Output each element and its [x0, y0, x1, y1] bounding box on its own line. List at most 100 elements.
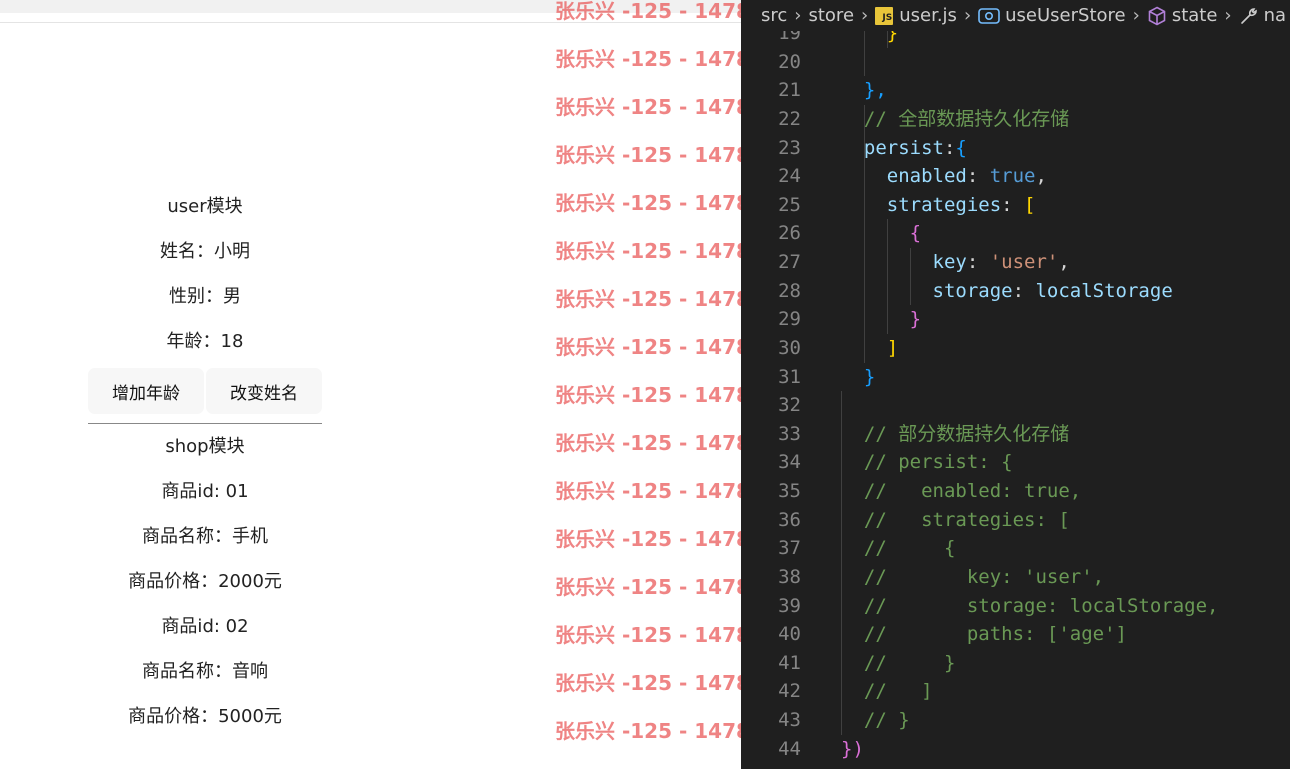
code-line: 26 {: [741, 219, 1290, 248]
line-number: 35: [778, 480, 801, 502]
shop-item-name: 商品名称：手机: [142, 526, 268, 547]
breadcrumb-item-state[interactable]: state: [1147, 5, 1218, 26]
code-token: // }: [841, 651, 956, 674]
line-number: 23: [778, 136, 801, 159]
code-line: 20: [741, 47, 1290, 77]
code-token: ,: [1035, 165, 1047, 188]
code-token: [: [1024, 193, 1036, 216]
shop-item-id: 商品id: 01: [161, 481, 249, 502]
code-token: // {: [841, 537, 956, 560]
watermark-text: 张乐兴 -125 - 1478: [555, 623, 741, 647]
breadcrumb-item-store[interactable]: store: [808, 5, 854, 26]
line-number: 40: [778, 623, 801, 646]
line-text: // storage: localStorage,: [841, 592, 1219, 621]
code-token: // storage: localStorage,: [841, 594, 1219, 617]
code-line: 28 storage: localStorage: [741, 276, 1290, 306]
code-token: // strategies: [: [841, 508, 1070, 531]
code-line: 21 },: [741, 76, 1290, 105]
line-text: strategies: [: [841, 191, 1036, 220]
breadcrumb-function-label: useUserStore: [1005, 5, 1126, 26]
line-number: 27: [778, 251, 801, 273]
code-line: 23 persist:{: [741, 133, 1290, 163]
line-text: persist:{: [841, 134, 967, 163]
code-token: // persist: {: [841, 451, 1013, 474]
line-text: // strategies: [: [841, 506, 1070, 535]
shop-item: 商品id: 02 商品名称：音响 商品价格：5000元: [88, 604, 322, 739]
code-token: :: [966, 251, 990, 273]
line-text: // }: [841, 649, 956, 678]
indent-guide: [864, 47, 865, 77]
line-text: // 部分数据持久化存储: [841, 420, 1069, 449]
code-line: 34 // persist: {: [741, 448, 1290, 477]
code-line: 27 key: 'user',: [741, 248, 1290, 277]
line-text: ]: [841, 334, 898, 363]
breadcrumb-item-function[interactable]: useUserStore: [978, 5, 1126, 26]
user-actions: 增加年龄 改变姓名: [88, 368, 322, 414]
line-text: storage: localStorage: [841, 277, 1173, 306]
shop-item-price: 商品价格：5000元: [128, 706, 282, 727]
line-number: 36: [778, 508, 801, 531]
shop-item-id: 商品id: 02: [161, 616, 249, 637]
line-number: 33: [778, 422, 801, 445]
watermark-column: 张乐兴 -125 - 1478 张乐兴 -125 - 1478 张乐兴 -125 -…: [555, 0, 741, 755]
line-text: enabled: true,: [841, 162, 1047, 191]
change-name-button[interactable]: 改变姓名: [206, 368, 322, 414]
code-token: // enabled: true,: [841, 480, 1082, 502]
code-token: {: [841, 222, 922, 245]
user-module: user模块 姓名：小明 性别：男 年龄：18 增加年龄 改变姓名: [88, 184, 322, 414]
code-token: :: [1012, 279, 1036, 302]
code-area[interactable]: 19 } 20 21 }, 22 // 全部数据持久化存储 23 persist:{24…: [741, 19, 1290, 763]
user-module-title: user模块: [167, 196, 243, 217]
code-line: 44}): [741, 735, 1290, 764]
browser-preview: user模块 姓名：小明 性别：男 年龄：18 增加年龄 改变姓名 shop模块…: [0, 0, 741, 769]
chevron-right-icon: ›: [1132, 5, 1140, 26]
code-token: }: [841, 365, 876, 388]
breadcrumb-item-na[interactable]: na: [1239, 5, 1286, 26]
watermark-text: 张乐兴 -125 - 1478: [555, 191, 741, 215]
code-token: ]: [841, 336, 899, 359]
line-number: 34: [778, 451, 801, 474]
shop-item-name: 商品名称：音响: [142, 661, 268, 682]
code-token: // 部分数据持久化存储: [841, 422, 1070, 445]
code-token: true: [989, 165, 1036, 188]
code-line: 22 // 全部数据持久化存储: [741, 104, 1290, 134]
line-number: 44: [778, 737, 801, 760]
code-token: // ]: [841, 680, 933, 703]
code-token: :: [966, 165, 990, 188]
code-line: 31 }: [741, 363, 1290, 392]
line-number: 22: [778, 107, 801, 130]
code-line: 39 // storage: localStorage,: [741, 591, 1290, 621]
shop-module: shop模块 商品id: 01 商品名称：手机 商品价格：2000元 商品id:…: [88, 424, 322, 739]
chevron-right-icon: ›: [963, 5, 972, 26]
line-number: 31: [778, 365, 801, 388]
code-token: persist: [841, 136, 944, 159]
add-age-button[interactable]: 增加年龄: [88, 368, 204, 414]
breadcrumb-state-label: state: [1171, 5, 1218, 26]
code-token: :: [1001, 193, 1025, 216]
watermark-text: 张乐兴 -125 - 1478: [555, 0, 741, 23]
breadcrumb-item-src[interactable]: src: [761, 5, 787, 26]
chevron-right-icon: ›: [861, 5, 869, 26]
line-text: // paths: ['age']: [841, 620, 1127, 649]
shop-item-price: 商品价格：2000元: [128, 571, 282, 592]
line-number: 30: [778, 336, 801, 359]
shop-item: 商品id: 01 商品名称：手机 商品价格：2000元: [88, 469, 322, 604]
code-line: 30 ]: [741, 333, 1290, 363]
code-token: localStorage: [1035, 279, 1173, 302]
code-token: // }: [841, 709, 910, 731]
code-token: // key: 'user',: [841, 565, 1105, 588]
breadcrumb: src › store › JS user.js › useUserStore …: [741, 0, 1290, 31]
code-line: 32: [741, 391, 1290, 420]
line-text: // key: 'user',: [841, 563, 1104, 592]
code-line: 35 // enabled: true,: [741, 477, 1290, 506]
line-number: 21: [778, 79, 801, 102]
watermark-text: 张乐兴 -125 - 1478: [555, 287, 741, 311]
line-text: }: [841, 363, 875, 392]
line-text: // enabled: true,: [841, 477, 1081, 506]
code-token: },: [841, 79, 887, 102]
code-token: :: [943, 136, 956, 159]
code-token: }: [841, 308, 922, 331]
breadcrumb-item-file[interactable]: JS user.js: [875, 5, 957, 26]
symbol-property-icon: [1147, 6, 1167, 26]
js-file-icon: JS: [875, 6, 894, 25]
